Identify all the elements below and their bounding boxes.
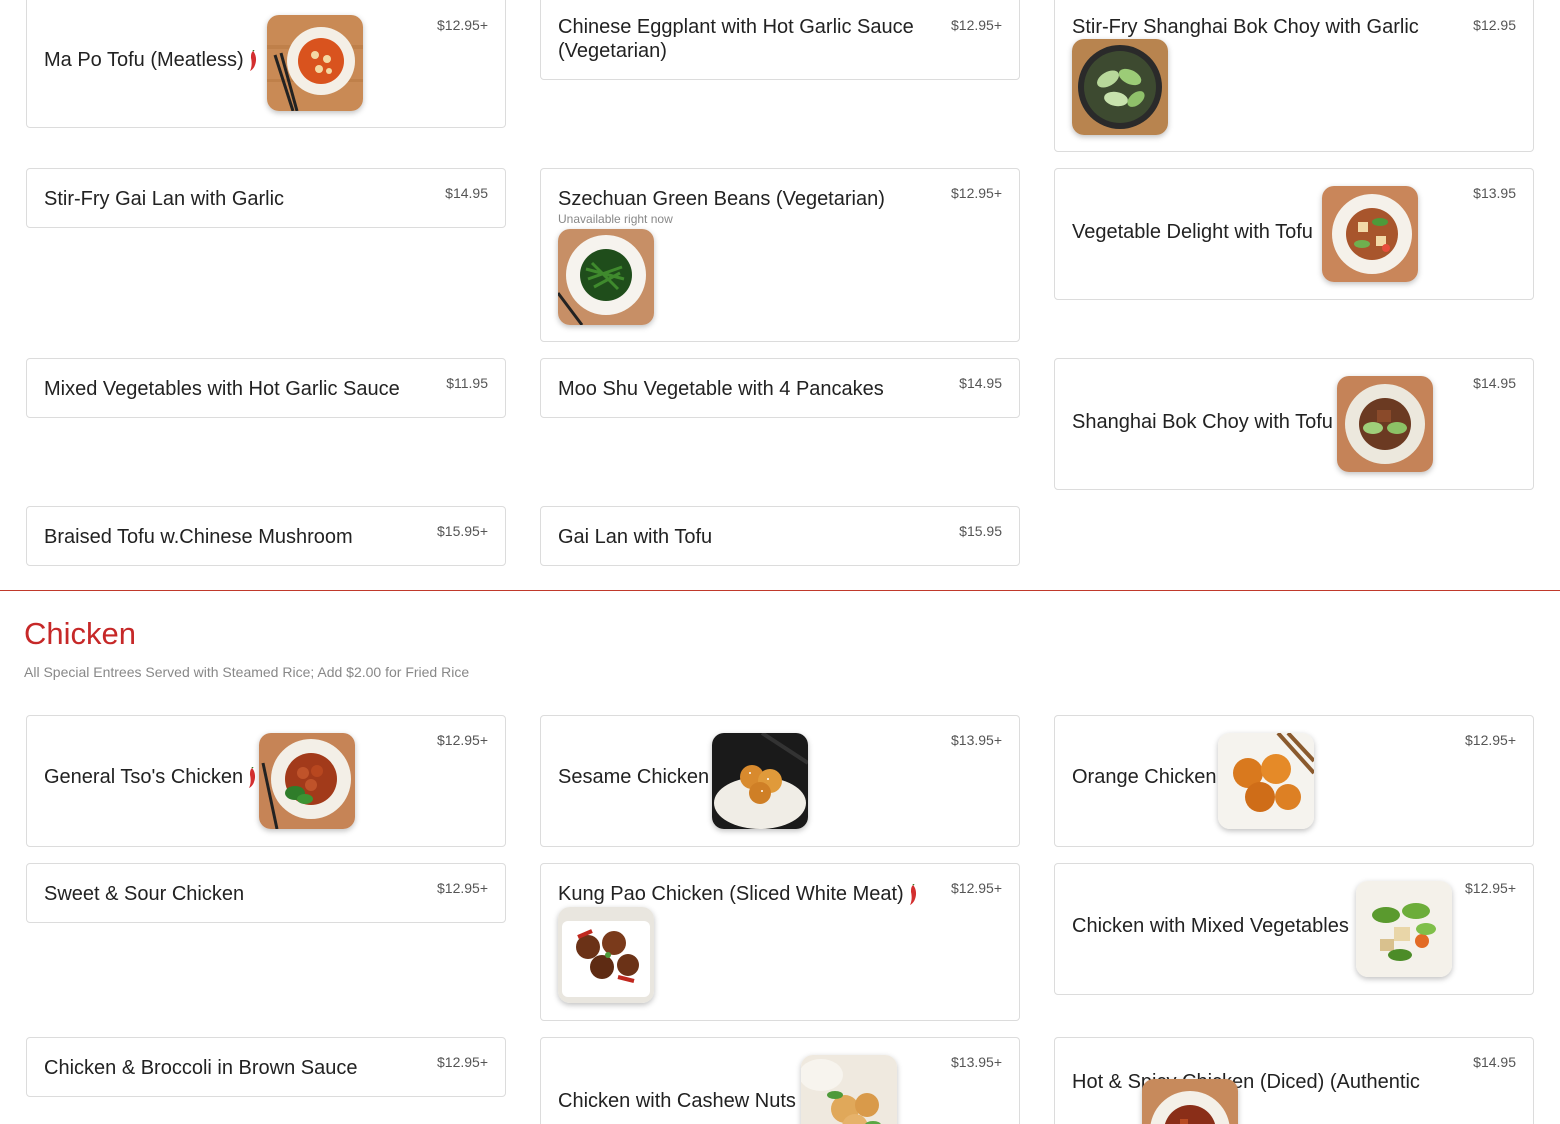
menu-item-name: General Tso's Chicken <box>44 765 257 789</box>
menu-item-card[interactable]: Gai Lan with Tofu $15.95 <box>540 506 1020 566</box>
menu-item-price: $14.95 <box>1473 1054 1516 1070</box>
menu-item-card[interactable]: Chicken with Cashew Nuts $13.95+ <box>540 1037 1020 1124</box>
menu-item-card[interactable]: Braised Tofu w.Chinese Mushroom $15.95+ <box>26 506 506 566</box>
menu-item-price: $12.95 <box>1473 17 1516 33</box>
menu-item-name: Kung Pao Chicken (Sliced White Meat) <box>558 882 918 906</box>
menu-item-price: $13.95+ <box>951 732 1002 748</box>
menu-item-card[interactable]: Shanghai Bok Choy with Tofu $14.95 <box>1054 358 1534 490</box>
menu-item-price: $12.95+ <box>437 1054 488 1070</box>
menu-item-price: $14.95 <box>959 375 1002 391</box>
menu-item-price: $15.95 <box>959 523 1002 539</box>
menu-item-name: Shanghai Bok Choy with Tofu <box>1072 411 1333 433</box>
menu-item-name: Szechuan Green Beans (Vegetarian) <box>558 188 885 210</box>
menu-item-card[interactable]: General Tso's Chicken $12.95+ <box>26 715 506 847</box>
dish-photo <box>1142 1079 1238 1124</box>
menu-item-name: Vegetable Delight with Tofu <box>1072 221 1313 243</box>
menu-item-price: $13.95 <box>1473 185 1516 201</box>
chili-pepper-icon <box>248 49 258 72</box>
menu-item-name-text: Kung Pao Chicken (Sliced White Meat) <box>558 883 904 905</box>
section-title: Chicken <box>24 616 136 651</box>
menu-item-name: Gai Lan with Tofu <box>558 526 713 548</box>
menu-item-price: $12.95+ <box>951 17 1002 33</box>
menu-item-name: Moo Shu Vegetable with 4 Pancakes <box>558 378 884 400</box>
menu-item-price: $14.95 <box>1473 375 1516 391</box>
menu-item-name: Sesame Chicken <box>558 766 710 788</box>
menu-item-card[interactable]: Kung Pao Chicken (Sliced White Meat) $12… <box>540 863 1020 1021</box>
menu-item-name-text: Hot & Spicy Chicken (Diced) (Authentic S… <box>1072 1071 1420 1124</box>
menu-item-card[interactable]: Szechuan Green Beans (Vegetarian) $12.95… <box>540 168 1020 342</box>
menu-item-price: $15.95+ <box>437 523 488 539</box>
menu-item-name: Chinese Eggplant with Hot Garlic Sauce (… <box>558 16 914 62</box>
menu-item-name-text: Ma Po Tofu (Meatless) <box>44 49 244 71</box>
menu-item-price: $12.95+ <box>437 880 488 896</box>
dish-photo <box>1218 733 1314 829</box>
menu-item-name: Hot & Spicy Chicken (Diced) (Authentic S… <box>1072 1056 1452 1124</box>
dish-photo <box>1322 186 1418 282</box>
dish-photo <box>1356 881 1452 977</box>
menu-item-card[interactable]: Mixed Vegetables with Hot Garlic Sauce $… <box>26 358 506 418</box>
section-description: All Special Entrees Served with Steamed … <box>24 664 470 680</box>
menu-item-name: Sweet & Sour Chicken <box>44 883 245 905</box>
menu-item-price: $12.95+ <box>951 185 1002 201</box>
menu-item-card[interactable]: Moo Shu Vegetable with 4 Pancakes $14.95 <box>540 358 1020 418</box>
menu-item-card[interactable]: Ma Po Tofu (Meatless) $12.95+ <box>26 0 506 128</box>
availability-note: Unavailable right now <box>558 212 673 226</box>
menu-item-name-text: General Tso's Chicken <box>44 766 244 788</box>
menu-item-card[interactable]: Stir-Fry Gai Lan with Garlic $14.95 <box>26 168 506 228</box>
menu-item-name: Mixed Vegetables with Hot Garlic Sauce <box>44 378 400 400</box>
dish-photo <box>712 733 808 829</box>
menu-item-card[interactable]: Stir-Fry Shanghai Bok Choy with Garlic $… <box>1054 0 1534 152</box>
menu-item-card[interactable]: Sesame Chicken $13.95+ <box>540 715 1020 847</box>
chili-pepper-icon <box>908 883 918 906</box>
menu-item-name: Chicken with Cashew Nuts <box>558 1090 796 1112</box>
menu-item-card[interactable]: Hot & Spicy Chicken (Diced) (Authentic S… <box>1054 1037 1534 1124</box>
chili-pepper-icon <box>247 766 257 789</box>
menu-item-card[interactable]: Chicken with Mixed Vegetables $12.95+ <box>1054 863 1534 995</box>
dish-photo <box>259 733 355 829</box>
menu-item-price: $12.95+ <box>1465 732 1516 748</box>
menu-item-card[interactable]: Vegetable Delight with Tofu $13.95 <box>1054 168 1534 300</box>
menu-item-price: $14.95 <box>445 185 488 201</box>
dish-photo <box>1337 376 1433 472</box>
menu-item-card[interactable]: Chicken & Broccoli in Brown Sauce $12.95… <box>26 1037 506 1097</box>
menu-item-price: $11.95 <box>446 375 488 391</box>
menu-item-card[interactable]: Orange Chicken $12.95+ <box>1054 715 1534 847</box>
menu-item-price: $12.95+ <box>437 17 488 33</box>
dish-photo <box>801 1055 897 1124</box>
menu-item-name: Stir-Fry Shanghai Bok Choy with Garlic <box>1072 16 1419 38</box>
section-divider <box>0 590 1560 591</box>
menu-item-card[interactable]: Chinese Eggplant with Hot Garlic Sauce (… <box>540 0 1020 80</box>
menu-item-price: $13.95+ <box>951 1054 1002 1070</box>
menu-item-name: Braised Tofu w.Chinese Mushroom <box>44 526 353 548</box>
menu-item-name: Chicken & Broccoli in Brown Sauce <box>44 1057 358 1079</box>
dish-photo <box>558 907 654 1003</box>
menu-item-price: $12.95+ <box>951 880 1002 896</box>
menu-item-name: Stir-Fry Gai Lan with Garlic <box>44 188 285 210</box>
menu-item-name: Orange Chicken <box>1072 766 1217 788</box>
menu-item-price: $12.95+ <box>437 732 488 748</box>
menu-item-price: $12.95+ <box>1465 880 1516 896</box>
dish-photo <box>1072 39 1168 135</box>
menu-item-card[interactable]: Sweet & Sour Chicken $12.95+ <box>26 863 506 923</box>
menu-item-name: Ma Po Tofu (Meatless) <box>44 48 258 72</box>
dish-photo <box>558 229 654 325</box>
dish-photo <box>267 15 363 111</box>
menu-item-name: Chicken with Mixed Vegetables <box>1072 915 1349 937</box>
